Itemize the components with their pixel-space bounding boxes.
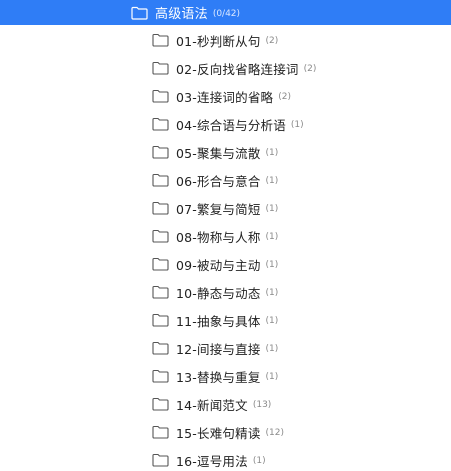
folder-label: 07-繁复与简短 <box>176 201 261 217</box>
folder-count: (12) <box>265 428 285 438</box>
folder-row[interactable]: 05-聚集与流散 (1) <box>0 138 451 166</box>
folder-icon <box>152 89 169 103</box>
folder-count: (1) <box>265 232 279 242</box>
folder-row[interactable]: 14-新闻范文 (13) <box>0 390 451 418</box>
folder-count: (1) <box>265 148 279 158</box>
folder-row[interactable]: 16-逗号用法 (1) <box>0 446 451 471</box>
folder-row[interactable]: 04-综合语与分析语 (1) <box>0 110 451 138</box>
folder-label: 08-物称与人称 <box>176 229 261 245</box>
folder-row[interactable]: 12-间接与直接 (1) <box>0 334 451 362</box>
folder-row[interactable]: 13-替换与重复 (1) <box>0 362 451 390</box>
folder-icon <box>152 145 169 159</box>
folder-icon <box>131 6 148 20</box>
folder-count: (1) <box>290 120 304 130</box>
folder-label: 02-反向找省略连接词 <box>176 61 299 77</box>
folder-icon <box>152 61 169 75</box>
folder-label: 高级语法 <box>155 7 208 22</box>
folder-icon <box>152 117 169 131</box>
folder-label: 12-间接与直接 <box>176 341 261 357</box>
folder-count: (1) <box>265 316 279 326</box>
folder-icon <box>152 173 169 187</box>
folder-icon <box>152 453 169 467</box>
folder-icon <box>152 229 169 243</box>
folder-label: 05-聚集与流散 <box>176 145 261 161</box>
folder-label: 16-逗号用法 <box>176 453 248 469</box>
folder-row[interactable]: 11-抽象与具体 (1) <box>0 306 451 334</box>
folder-count: (13) <box>252 400 272 410</box>
folder-count: (1) <box>265 344 279 354</box>
folder-row[interactable]: 03-连接词的省略 (2) <box>0 82 451 110</box>
folder-label: 14-新闻范文 <box>176 397 248 413</box>
folder-icon <box>152 33 169 47</box>
folder-label: 03-连接词的省略 <box>176 89 274 105</box>
folder-row[interactable]: 09-被动与主动 (1) <box>0 250 451 278</box>
folder-label: 11-抽象与具体 <box>176 313 261 329</box>
folder-icon <box>152 257 169 271</box>
folder-count: (2) <box>278 92 291 102</box>
folder-label: 10-静态与动态 <box>176 285 261 301</box>
folder-label: 13-替换与重复 <box>176 369 261 385</box>
folder-row[interactable]: 15-长难句精读 (12) <box>0 418 451 446</box>
folder-row[interactable]: 07-繁复与简短 (1) <box>0 194 451 222</box>
folder-count: (1) <box>265 288 279 298</box>
folder-icon <box>152 397 169 411</box>
folder-icon <box>152 369 169 383</box>
folder-row[interactable]: 02-反向找省略连接词 (2) <box>0 54 451 82</box>
folder-count: (1) <box>265 204 279 214</box>
folder-icon <box>152 341 169 355</box>
folder-row-advanced-grammar[interactable]: 高级语法 (0/42) <box>0 0 451 25</box>
folder-label: 06-形合与意合 <box>176 173 261 189</box>
folder-label: 01-秒判断从句 <box>176 33 261 49</box>
folder-icon <box>152 201 169 215</box>
folder-count: (2) <box>265 36 279 46</box>
folder-count: (0/42) <box>212 8 241 19</box>
folder-count: (1) <box>265 176 279 186</box>
folder-count: (2) <box>303 64 317 74</box>
folder-label: 04-综合语与分析语 <box>176 117 286 133</box>
folder-icon <box>152 285 169 299</box>
folder-count: (1) <box>252 456 266 466</box>
folder-row[interactable]: 08-物称与人称 (1) <box>0 222 451 250</box>
folder-row[interactable]: 10-静态与动态 (1) <box>0 278 451 306</box>
folder-label: 09-被动与主动 <box>176 257 261 273</box>
folder-label: 15-长难句精读 <box>176 425 261 441</box>
folder-row[interactable]: 06-形合与意合 (1) <box>0 166 451 194</box>
folder-icon <box>152 425 169 439</box>
folder-row[interactable]: 01-秒判断从句 (2) <box>0 26 451 54</box>
folder-count: (1) <box>265 372 279 382</box>
folder-tree: 高级语法 (0/42) 01-秒判断从句 (2) 02-反向找省略连接词 (2) 03-… <box>0 0 451 471</box>
folder-count: (1) <box>265 260 279 270</box>
folder-icon <box>152 313 169 327</box>
